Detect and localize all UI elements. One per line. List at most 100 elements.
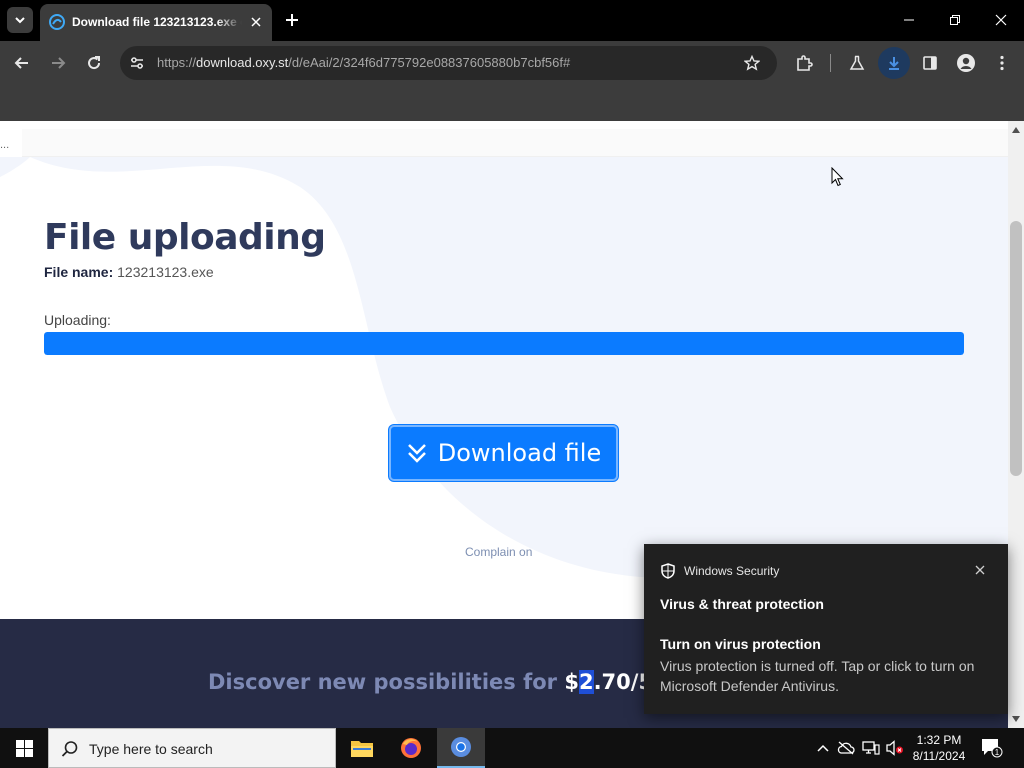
scroll-up-arrow[interactable]	[1012, 126, 1020, 134]
bookmark-star-button[interactable]	[743, 54, 761, 72]
close-icon	[995, 14, 1007, 26]
download-file-button[interactable]: Download file	[389, 425, 618, 481]
onedrive-tray-button[interactable]	[837, 739, 855, 757]
file-explorer-taskbar-button[interactable]	[338, 728, 386, 768]
url-text: https://download.oxy.st/d/eAai/2/324f6d7…	[157, 55, 570, 71]
url-scheme: https://	[157, 55, 197, 70]
promo-price-currency: $	[564, 670, 579, 694]
double-chevron-down-icon	[406, 442, 428, 464]
browser-toolbar: https://download.oxy.st/d/eAai/2/324f6d7…	[0, 41, 1024, 85]
download-file-button-label: Download file	[437, 439, 602, 467]
restore-icon	[950, 15, 960, 25]
taskbar-clock[interactable]: 1:32 PM 8/11/2024	[908, 732, 970, 764]
firefox-icon	[401, 738, 421, 758]
cloud-offline-icon	[837, 741, 855, 755]
tab-close-button[interactable]	[247, 13, 265, 31]
search-icon	[61, 741, 78, 757]
page-ellipsis: ...	[0, 139, 10, 151]
volume-tray-button[interactable]	[886, 739, 904, 757]
new-tab-button[interactable]	[281, 9, 303, 31]
side-panel-icon	[923, 56, 937, 70]
show-hidden-icons-button[interactable]	[814, 739, 832, 757]
promo-text: Discover new possibilities for $2.70/5 d…	[208, 670, 690, 694]
uploading-label: Uploading:	[44, 312, 111, 328]
avatar-icon	[957, 54, 975, 72]
flask-icon	[849, 55, 865, 70]
network-tray-button[interactable]	[862, 739, 880, 757]
labs-button[interactable]	[845, 51, 869, 75]
network-icon	[862, 741, 880, 755]
windows-security-toast[interactable]: Windows Security Virus & threat protecti…	[644, 544, 1008, 714]
star-icon	[744, 55, 760, 71]
restore-button[interactable]	[940, 6, 970, 34]
toast-close-button[interactable]	[972, 562, 988, 578]
tab-search-button[interactable]	[7, 7, 33, 33]
plus-icon	[286, 14, 298, 26]
site-favicon-icon	[49, 14, 65, 30]
complain-link[interactable]: Complain on	[465, 545, 532, 559]
toast-heading: Virus & threat protection	[660, 596, 824, 612]
promo-lead: Discover new possibilities for	[208, 670, 565, 694]
page-title: File uploading	[44, 217, 326, 258]
page-header-strip	[22, 129, 1008, 157]
upload-progress-bar	[44, 332, 964, 355]
promo-price-highlight: 2	[578, 670, 594, 694]
profile-button[interactable]	[954, 51, 978, 75]
folder-icon	[351, 741, 373, 757]
start-button[interactable]	[0, 728, 48, 768]
toast-app-name: Windows Security	[684, 564, 780, 578]
triangle-down-icon	[1012, 716, 1020, 722]
url-path: /d/eAai/2/324f6d775792e08837605880b7cbf5…	[288, 55, 571, 70]
scroll-down-arrow[interactable]	[1012, 715, 1020, 723]
minimize-icon	[904, 19, 914, 21]
active-tab[interactable]: Download file 123213123.exe on oxy.st	[40, 4, 272, 41]
close-icon	[251, 17, 261, 27]
toolbar-divider	[830, 54, 831, 72]
close-window-button[interactable]	[986, 6, 1016, 34]
toast-title: Turn on virus protection	[660, 636, 821, 652]
notification-icon: 1	[982, 739, 1003, 758]
chevron-up-icon	[817, 744, 829, 752]
file-name-value: 123213123.exe	[117, 264, 214, 280]
volume-muted-icon	[886, 740, 903, 756]
tab-strip: Download file 123213123.exe on oxy.st	[0, 0, 1024, 41]
chevron-down-icon	[15, 17, 25, 24]
forward-button[interactable]	[46, 51, 70, 75]
extensions-button[interactable]	[792, 51, 816, 75]
action-center-button[interactable]: 1	[980, 736, 1004, 760]
download-icon	[889, 57, 899, 70]
chrome-icon	[451, 737, 471, 757]
close-icon	[975, 565, 985, 575]
downloads-button[interactable]	[878, 47, 910, 79]
address-bar[interactable]: https://download.oxy.st/d/eAai/2/324f6d7…	[120, 46, 777, 80]
windows-taskbar: Type here to search 1:32 PM 8/11/2024 1	[0, 728, 1024, 768]
scroll-thumb[interactable]	[1010, 221, 1022, 476]
browser-menu-button[interactable]	[990, 51, 1014, 75]
file-name-row: File name: 123213123.exe	[44, 264, 214, 280]
tab-title: Download file 123213123.exe on oxy.st	[72, 15, 242, 29]
tune-icon	[131, 57, 143, 69]
triangle-up-icon	[1012, 127, 1020, 133]
site-settings-button[interactable]	[128, 54, 146, 72]
taskbar-search-box[interactable]: Type here to search	[48, 728, 336, 768]
more-vert-icon	[1000, 55, 1004, 71]
page-scrollbar[interactable]	[1008, 121, 1024, 728]
notification-count: 1	[995, 748, 1000, 757]
clock-time: 1:32 PM	[916, 733, 962, 747]
toast-body: Virus protection is turned off. Tap or c…	[660, 658, 975, 694]
minimize-button[interactable]	[894, 6, 924, 34]
side-panel-button[interactable]	[918, 51, 942, 75]
mouse-cursor-icon	[831, 167, 844, 187]
firefox-taskbar-button[interactable]	[387, 728, 435, 768]
reload-button[interactable]	[82, 51, 106, 75]
upload-progress-fill	[44, 332, 964, 355]
reload-icon	[88, 56, 101, 70]
clock-date: 8/11/2024	[912, 749, 966, 763]
back-button[interactable]	[10, 51, 34, 75]
windows-logo-icon	[15, 739, 33, 757]
chrome-taskbar-button[interactable]	[437, 728, 485, 768]
toolbar-extension-area	[0, 85, 1024, 121]
file-name-label: File name:	[44, 264, 114, 280]
arrow-left-icon	[14, 57, 28, 69]
url-host: download.oxy.st	[196, 55, 289, 70]
